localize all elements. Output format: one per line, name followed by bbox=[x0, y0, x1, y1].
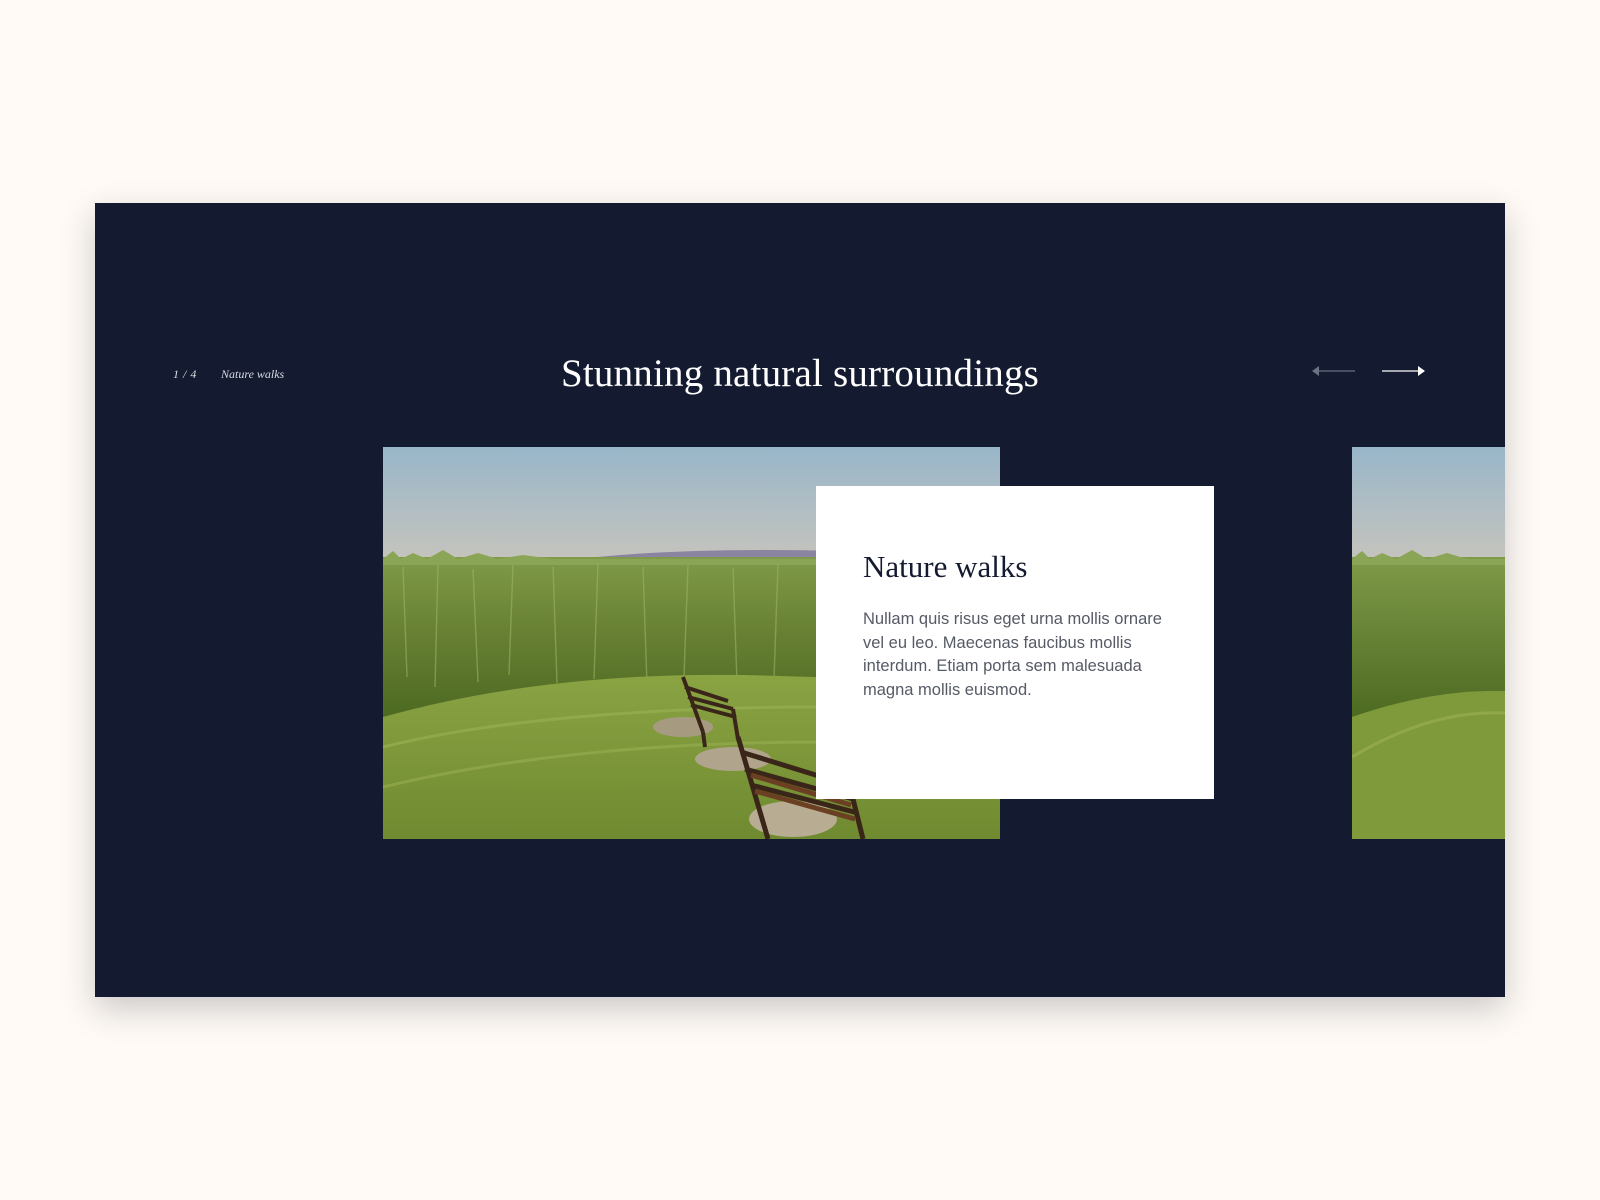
arrow-left-icon[interactable] bbox=[1309, 363, 1357, 379]
slide-info-card: Nature walks Nullam quis risus eget urna… bbox=[816, 486, 1214, 799]
slide-heading: Nature walks bbox=[863, 549, 1028, 584]
next-slide-image-preview[interactable] bbox=[1352, 447, 1505, 839]
arrow-right-icon[interactable] bbox=[1380, 363, 1428, 379]
slide-description: Nullam quis risus eget urna mollis ornar… bbox=[863, 610, 1162, 699]
slider-section: 1 / 4 Nature walks Stunning natural surr… bbox=[95, 203, 1505, 997]
section-title: Stunning natural surroundings bbox=[560, 352, 1040, 395]
